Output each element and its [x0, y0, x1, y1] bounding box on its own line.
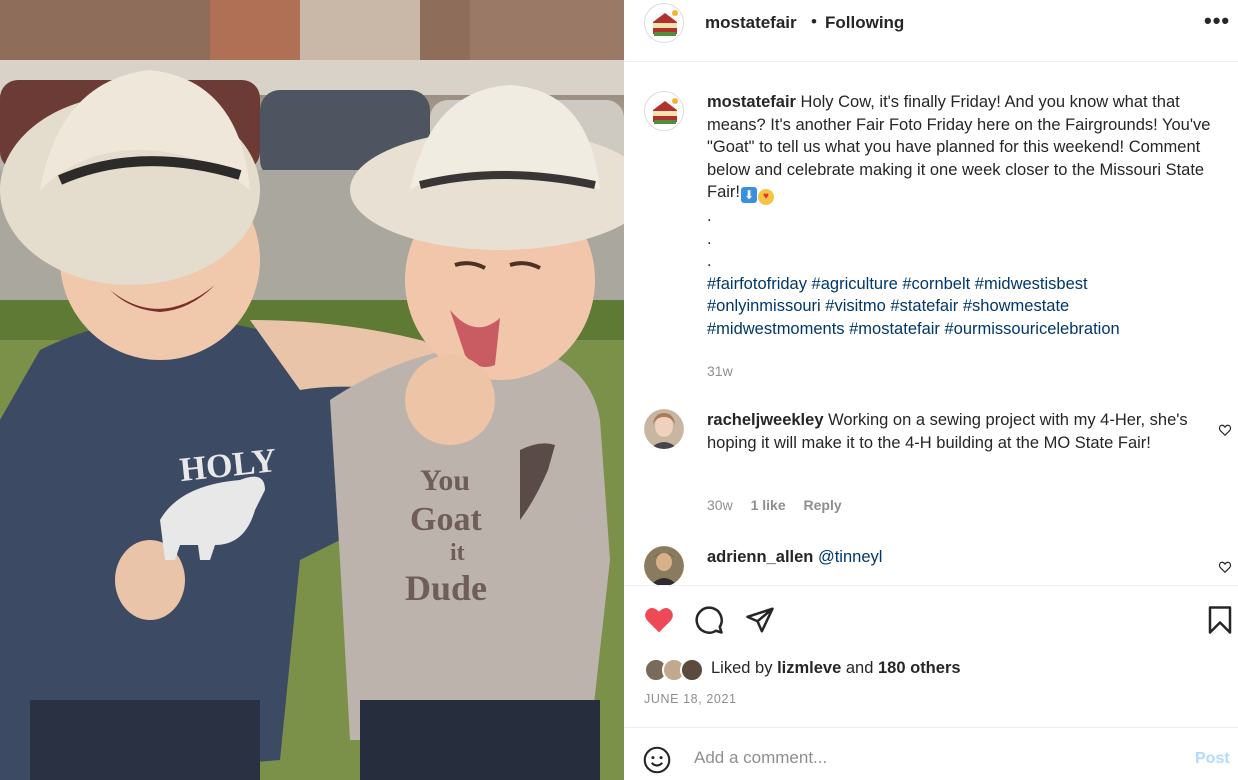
add-comment-bar: Post — [624, 727, 1238, 780]
more-options-icon[interactable]: ••• — [1204, 8, 1230, 34]
comment-timestamp[interactable]: 30w — [707, 497, 733, 513]
hashtags-line-2[interactable]: #onlyinmissouri #visitmo #statefair #sho… — [707, 295, 1237, 318]
heart-icon[interactable] — [643, 604, 675, 639]
separator-dot: • — [811, 12, 817, 31]
liker-avatar — [680, 658, 704, 682]
likes-text: Liked by lizmleve and 180 others — [711, 659, 961, 678]
liker-username[interactable]: lizmleve — [777, 659, 841, 677]
caption-dot-1: . — [707, 207, 712, 225]
header-username[interactable]: mostatefair — [705, 13, 797, 33]
down-arrow-emoji-icon: ⬇ — [741, 187, 757, 203]
comment-body: racheljweekley Working on a sewing proje… — [707, 409, 1207, 454]
comment-body: adrienn_allen @tinneyl — [707, 546, 1207, 569]
comment-item: adrienn_allen @tinneyl — [644, 546, 1238, 585]
caption-dot-3: . — [707, 252, 712, 270]
heart-face-emoji-icon: ♥ — [758, 189, 774, 205]
svg-text:Dude: Dude — [405, 568, 487, 608]
comment-item: racheljweekley Working on a sewing proje… — [644, 409, 1238, 519]
post-header: mostatefair • Following ••• — [624, 0, 1238, 62]
post-side-panel: mostatefair • Following ••• mostatefair … — [624, 0, 1238, 780]
svg-text:it: it — [450, 540, 465, 566]
bookmark-icon[interactable] — [1207, 605, 1233, 640]
smiley-icon[interactable] — [643, 746, 671, 779]
profile-avatar[interactable] — [644, 3, 684, 43]
barn-logo-icon — [645, 92, 683, 130]
post-photo[interactable]: HOLY You Goat it Dude — [0, 0, 624, 780]
photo-illustration: HOLY You Goat it Dude — [0, 0, 624, 780]
barn-logo-icon — [645, 4, 683, 42]
comment-likes-count[interactable]: 1 like — [751, 497, 786, 513]
hashtags-line-3[interactable]: #midwestmoments #mostatefair #ourmissour… — [707, 318, 1237, 341]
likes-joiner: and — [845, 659, 874, 677]
comment-icon[interactable] — [694, 605, 724, 640]
comment-username[interactable]: adrienn_allen — [707, 548, 813, 566]
caption-body: mostatefair Holy Cow, it's finally Frida… — [707, 91, 1237, 340]
likes-others-count[interactable]: 180 others — [878, 659, 961, 677]
heart-outline-icon[interactable] — [1218, 560, 1234, 576]
reply-button[interactable]: Reply — [804, 497, 842, 513]
comment-input[interactable] — [694, 745, 1174, 771]
avatar-photo — [644, 546, 684, 585]
post-actions: Liked by lizmleve and 180 others JUNE 18… — [624, 585, 1238, 727]
comment-meta: 30w 1 like Reply — [707, 497, 856, 513]
following-button[interactable]: Following — [825, 13, 904, 33]
post-date[interactable]: JUNE 18, 2021 — [644, 692, 737, 706]
share-icon[interactable] — [745, 605, 775, 640]
heart-outline-icon[interactable] — [1218, 423, 1234, 439]
caption-avatar[interactable] — [644, 91, 684, 131]
commenter-avatar[interactable] — [644, 546, 684, 585]
comments-scroll-area[interactable]: mostatefair Holy Cow, it's finally Frida… — [624, 63, 1238, 585]
commenter-avatar[interactable] — [644, 409, 684, 449]
svg-text:Goat: Goat — [410, 501, 482, 538]
caption-dot-2: . — [707, 229, 712, 248]
caption-timestamp[interactable]: 31w — [707, 363, 733, 379]
liker-avatars — [644, 658, 708, 682]
post-comment-button[interactable]: Post — [1195, 750, 1230, 768]
hashtags-line-1[interactable]: #fairfotofriday #agriculture #cornbelt #… — [707, 273, 1237, 296]
caption-username[interactable]: mostatefair — [707, 93, 796, 111]
comment-username[interactable]: racheljweekley — [707, 411, 824, 429]
svg-text:You: You — [420, 464, 470, 497]
comment-mention[interactable]: @tinneyl — [818, 548, 882, 566]
avatar-photo — [644, 409, 684, 449]
likes-prefix: Liked by — [711, 659, 773, 677]
